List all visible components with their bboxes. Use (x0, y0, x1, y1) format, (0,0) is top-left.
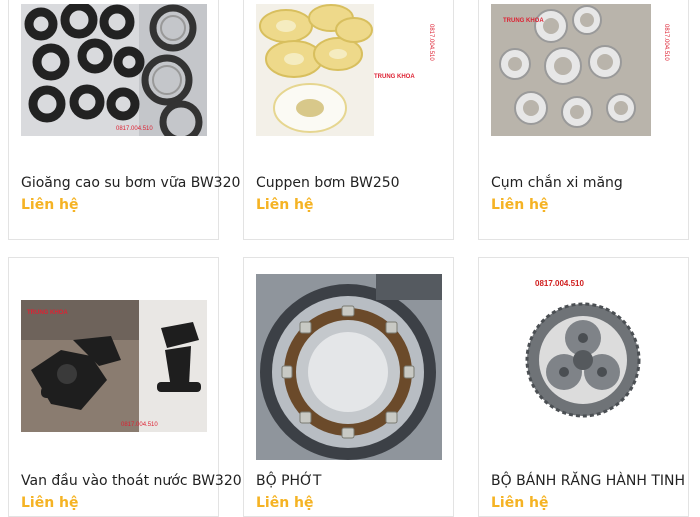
product-image[interactable]: TRUNG KHOA 0817.004.510 (21, 300, 207, 432)
image-watermark-phone: 0817.004.510 (121, 422, 158, 428)
product-name[interactable]: Gioăng cao su bơm vữa BW320 (21, 175, 240, 191)
product-card[interactable]: 0817.004.510 Gioăng cao su bơm vữa BW320… (8, 0, 240, 240)
product-price: Liên hệ (256, 197, 314, 213)
bearing-photo (256, 274, 442, 460)
image-watermark-brand: TRUNG KHOA (374, 74, 415, 80)
image-watermark-brand: TRUNG KHOA (503, 18, 544, 24)
product-name[interactable]: BỘ PHỚT (256, 473, 321, 489)
cuppen-photo (256, 4, 442, 136)
planetary-gear-photo (525, 302, 641, 418)
product-image[interactable] (256, 274, 442, 460)
product-image[interactable]: TRUNG KHOA 0817.004.510 (491, 4, 677, 136)
product-card[interactable]: TRUNG KHOA 0817.004.510 Cuppen bơm BW250… (243, 0, 454, 240)
image-watermark-phone: 0817.004.510 (428, 24, 434, 61)
product-price: Liên hệ (491, 197, 549, 213)
product-name[interactable]: BỘ BÁNH RĂNG HÀNH TINH (491, 473, 685, 489)
rubber-gasket-photo (21, 4, 207, 136)
product-card[interactable]: TRUNG KHOA 0817.004.510 Cụm chắn xi măng… (478, 0, 689, 240)
product-price: Liên hệ (21, 495, 79, 511)
product-name[interactable]: Cuppen bơm BW250 (256, 175, 400, 191)
image-watermark-phone: 0817.004.510 (116, 126, 153, 132)
product-name[interactable]: Van đầu vào thoát nước BW320 (21, 473, 242, 489)
product-image[interactable]: 0817.004.510 (21, 4, 207, 136)
product-card[interactable]: TRUNG KHOA 0817.004.510 Van đầu vào thoá… (8, 257, 242, 517)
product-name[interactable]: Cụm chắn xi măng (491, 175, 623, 191)
product-price: Liên hệ (21, 197, 79, 213)
valve-photo (21, 300, 207, 432)
product-image[interactable]: TRUNG KHOA 0817.004.510 (256, 4, 442, 136)
image-watermark-brand: TRUNG KHOA (27, 310, 68, 316)
image-watermark-phone: 0817.004.510 (663, 24, 669, 61)
product-card[interactable]: 0817.004.510 BỘ BÁNH RĂNG HÀNH TINH Liên… (478, 257, 689, 517)
product-card[interactable]: BỘ PHỚT Liên hệ (243, 257, 454, 517)
product-image[interactable]: 0817.004.510 (491, 274, 677, 460)
product-price: Liên hệ (491, 495, 549, 511)
product-price: Liên hệ (256, 495, 314, 511)
